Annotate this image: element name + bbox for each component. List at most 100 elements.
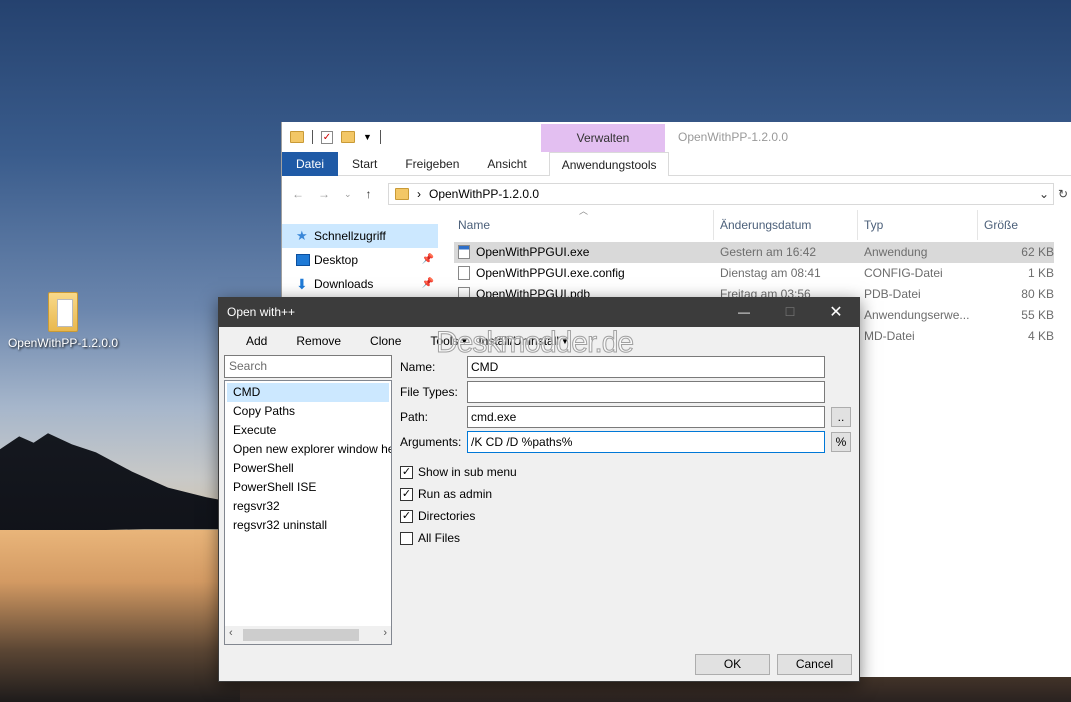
ribbon-tabs: Datei Start Freigeben Ansicht Anwendungs… — [282, 151, 1071, 176]
file-types-field[interactable] — [467, 381, 825, 403]
scrollbar-thumb[interactable] — [243, 629, 359, 641]
path-label: Path: — [400, 410, 429, 424]
file-list-header: Name Änderungsdatum Typ Größe — [452, 210, 1071, 240]
back-icon[interactable]: ← — [292, 187, 304, 201]
column-header-name[interactable]: Name — [452, 210, 714, 240]
folder-icon[interactable] — [290, 131, 304, 143]
list-item[interactable]: regsvr32 — [225, 497, 391, 516]
search-input[interactable]: Search — [224, 355, 392, 378]
horizontal-scrollbar[interactable]: ‹ › — [224, 626, 392, 645]
nav-label: Schnellzugriff — [314, 229, 386, 243]
arguments-field[interactable]: /K CD /D %paths% — [467, 431, 825, 453]
up-icon[interactable]: ↑ — [366, 187, 372, 201]
insert-variable-button[interactable]: % — [831, 432, 851, 452]
name-label: Name: — [400, 360, 436, 374]
nav-label: Desktop — [314, 253, 359, 267]
column-header-size[interactable]: Größe — [978, 210, 1054, 240]
browse-button[interactable]: .. — [831, 407, 851, 427]
tab-anwendungstools[interactable]: Anwendungstools — [548, 151, 670, 176]
file-date: Dienstag am 08:41 — [720, 266, 821, 280]
chevron-down-icon[interactable]: ▼ — [363, 132, 372, 142]
checkbox-label: Directories — [418, 509, 476, 523]
file-types-label: File Types: — [400, 385, 458, 399]
tab-ansicht[interactable]: Ansicht — [473, 152, 540, 176]
checkbox-checked-icon: ✓ — [400, 465, 413, 479]
list-item[interactable]: Copy Paths — [225, 402, 391, 421]
scroll-left-icon[interactable]: ‹ — [229, 627, 233, 639]
desktop-icon-label: OpenWithPP-1.2.0.0 — [7, 336, 119, 350]
desktop-folder-icon[interactable]: OpenWithPP-1.2.0.0 — [4, 292, 122, 350]
address-box[interactable]: › OpenWithPP-1.2.0.0 ⌄ — [388, 183, 1054, 205]
pin-icon: 📌 — [421, 254, 434, 265]
tab-start[interactable]: Start — [338, 152, 391, 176]
close-icon[interactable]: ✕ — [813, 298, 859, 327]
file-size: 80 KB — [1021, 287, 1054, 301]
checkbox-label: Show in sub menu — [418, 465, 517, 479]
file-type: CONFIG-Datei — [864, 266, 943, 280]
nav-item-quick-access[interactable]: ★ Schnellzugriff — [282, 224, 438, 248]
maximize-icon[interactable]: ☐ — [767, 298, 813, 327]
file-name: OpenWithPPGUI.exe — [476, 245, 590, 259]
forward-icon[interactable]: → — [318, 187, 330, 201]
config-file-icon — [458, 266, 470, 280]
dialog-titlebar[interactable]: Open with++ — ☐ ✕ — [219, 298, 859, 327]
exe-file-icon — [458, 245, 470, 259]
breadcrumb[interactable]: OpenWithPP-1.2.0.0 — [429, 187, 539, 201]
table-row[interactable]: OpenWithPPGUI.exe.config Dienstag am 08:… — [454, 263, 1054, 284]
quick-access-toolbar: ✓ ▼ — [282, 122, 1071, 152]
checkbox-label: All Files — [418, 531, 461, 545]
toolbar-separator — [312, 130, 313, 144]
add-button[interactable]: Add — [227, 332, 287, 350]
nav-label: Downloads — [314, 277, 374, 291]
desktop-icon — [296, 254, 310, 266]
pin-icon: 📌 — [421, 278, 434, 289]
scroll-right-icon[interactable]: › — [383, 627, 387, 639]
navigation-pane: ★ Schnellzugriff Desktop 📌 ⬇ Downloads 📌 — [282, 224, 438, 296]
list-item[interactable]: Open new explorer window he — [225, 440, 391, 459]
properties-icon[interactable]: ✓ — [321, 130, 333, 144]
table-row[interactable]: OpenWithPPGUI.exe Gestern am 16:42 Anwen… — [454, 242, 1054, 263]
new-folder-icon[interactable] — [341, 131, 355, 143]
list-item[interactable]: Execute — [225, 421, 391, 440]
checkbox-checked-icon: ✓ — [400, 509, 413, 523]
watermark-text: Deskmodder.de — [435, 326, 634, 360]
path-field[interactable]: cmd.exe — [467, 406, 825, 428]
remove-button[interactable]: Remove — [287, 332, 361, 350]
tab-datei[interactable]: Datei — [282, 151, 338, 176]
cancel-button[interactable]: Cancel — [777, 654, 852, 675]
file-type: MD-Datei — [864, 329, 915, 343]
download-icon: ⬇ — [296, 276, 308, 292]
run-as-admin-checkbox[interactable]: ✓ Run as admin — [400, 485, 492, 503]
file-date: Gestern am 16:42 — [720, 245, 817, 259]
refresh-icon[interactable]: ↻ — [1058, 187, 1068, 201]
file-type: PDB-Datei — [864, 287, 921, 301]
folder-icon — [395, 188, 409, 200]
dialog-title: Open with++ — [227, 305, 296, 319]
clone-button[interactable]: Clone — [361, 332, 421, 350]
arguments-label: Arguments: — [400, 435, 462, 449]
directories-checkbox[interactable]: ✓ Directories — [400, 507, 475, 525]
column-header-date[interactable]: Änderungsdatum — [714, 210, 858, 240]
all-files-checkbox[interactable]: All Files — [400, 529, 460, 547]
chevron-down-icon[interactable]: ⌄ — [1039, 187, 1049, 201]
column-header-type[interactable]: Typ — [858, 210, 978, 240]
tab-freigeben[interactable]: Freigeben — [391, 152, 473, 176]
nav-item-desktop[interactable]: Desktop 📌 — [282, 248, 438, 272]
nav-item-downloads[interactable]: ⬇ Downloads 📌 — [282, 272, 438, 296]
show-in-sub-menu-checkbox[interactable]: ✓ Show in sub menu — [400, 463, 517, 481]
recent-dropdown-icon[interactable]: ⌄ — [344, 189, 352, 200]
list-item[interactable]: PowerShell — [225, 459, 391, 478]
folder-zip-icon — [48, 292, 78, 332]
file-size: 4 KB — [1027, 329, 1054, 343]
checkbox-label: Run as admin — [418, 487, 493, 501]
list-item[interactable]: regsvr32 uninstall — [225, 516, 391, 535]
command-list[interactable]: CMD Copy Paths Execute Open new explorer… — [224, 380, 392, 645]
file-size: 62 KB — [1021, 245, 1054, 259]
checkbox-checked-icon: ✓ — [400, 487, 413, 501]
list-item[interactable]: CMD — [227, 383, 389, 402]
ok-button[interactable]: OK — [695, 654, 770, 675]
file-type: Anwendungserwe... — [864, 308, 970, 322]
address-bar-row: ← → ⌄ ↑ › OpenWithPP-1.2.0.0 ⌄ ↻ — [282, 182, 1071, 206]
list-item[interactable]: PowerShell ISE — [225, 478, 391, 497]
minimize-icon[interactable]: — — [721, 298, 767, 327]
